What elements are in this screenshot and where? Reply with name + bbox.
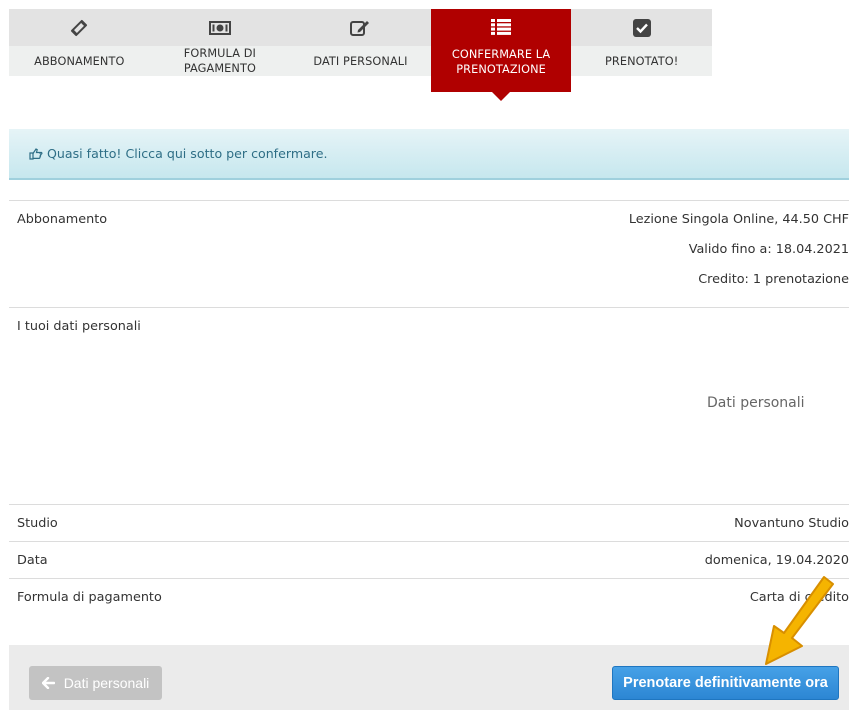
summary-row-formula-pagamento: Formula di pagamento Carta di credito xyxy=(9,578,849,615)
step-label: CONFERMARE LA PRENOTAZIONE xyxy=(430,45,572,92)
edit-icon xyxy=(350,20,370,36)
hand-pointing-icon xyxy=(29,147,43,160)
ticket-icon xyxy=(71,19,88,36)
arrow-left-icon xyxy=(41,677,55,689)
abbonamento-valid: Valido fino a: 18.04.2021 xyxy=(688,242,849,257)
abbonamento-credit: Credito: 1 prenotazione xyxy=(698,272,849,287)
active-step-caret xyxy=(492,92,511,101)
step-prenotato[interactable]: PRENOTATO! xyxy=(571,9,712,76)
banknote-icon xyxy=(208,20,231,35)
row-label: Studio xyxy=(17,516,58,531)
step-abbonamento[interactable]: ABBONAMENTO xyxy=(9,9,150,76)
confirm-button-label: Prenotare definitivamente ora xyxy=(623,675,828,691)
step-label: PRENOTATO! xyxy=(571,46,712,76)
summary-row-data: Data domenica, 19.04.2020 xyxy=(9,541,849,578)
step-confermare-prenotazione[interactable]: CONFERMARE LA PRENOTAZIONE xyxy=(430,9,572,101)
step-label: ABBONAMENTO xyxy=(9,46,150,76)
confirm-alert: Quasi fatto! Clicca qui sotto per confer… xyxy=(9,129,849,180)
booking-steps: ABBONAMENTO FORMULA DI PAGAMENTO DATI PE… xyxy=(9,9,712,101)
row-label: I tuoi dati personali xyxy=(17,319,141,334)
step-label: FORMULA DI PAGAMENTO xyxy=(149,46,291,76)
annotation-arrow-icon xyxy=(765,576,834,665)
checkbox-icon xyxy=(632,18,651,37)
step-formula-pagamento[interactable]: FORMULA DI PAGAMENTO xyxy=(149,9,291,76)
list-icon xyxy=(491,19,512,36)
confirm-booking-button[interactable]: Prenotare definitivamente ora xyxy=(612,666,839,700)
row-label: Formula di pagamento xyxy=(17,590,162,605)
row-label: Data xyxy=(17,553,48,568)
footer-actions: Dati personali Prenotare definitivamente… xyxy=(9,645,849,710)
row-label: Abbonamento xyxy=(17,212,108,227)
abbonamento-name: Lezione Singola Online, 44.50 CHF xyxy=(628,212,849,227)
personal-data-placeholder: Dati personali xyxy=(707,395,805,411)
back-button-label: Dati personali xyxy=(63,675,150,691)
step-label: DATI PERSONALI xyxy=(290,46,431,76)
date-value: domenica, 19.04.2020 xyxy=(704,553,849,568)
step-dati-personali[interactable]: DATI PERSONALI xyxy=(290,9,431,76)
summary-row-studio: Studio Novantuno Studio xyxy=(9,504,849,541)
back-button[interactable]: Dati personali xyxy=(29,666,162,700)
alert-text: Quasi fatto! Clicca qui sotto per confer… xyxy=(47,146,328,161)
summary-row-abbonamento: Abbonamento Lezione Singola Online, 44.5… xyxy=(9,200,849,307)
studio-value: Novantuno Studio xyxy=(734,516,849,531)
